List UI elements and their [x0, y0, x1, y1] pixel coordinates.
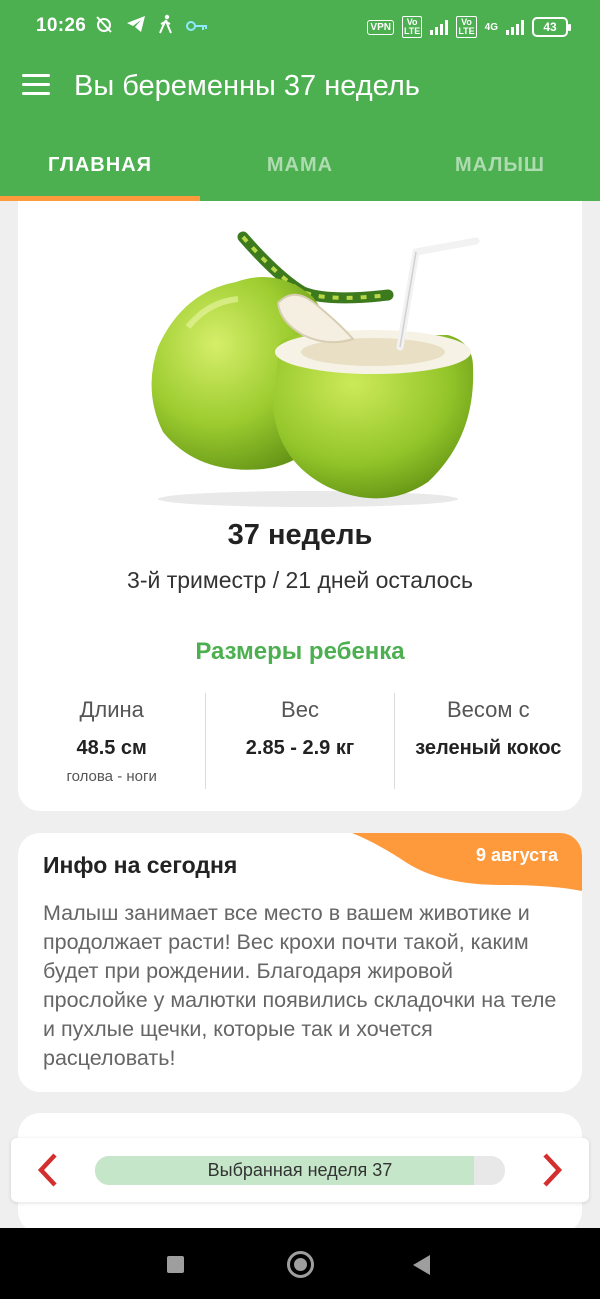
signal-icon-2	[506, 19, 524, 35]
vpn-badge: VPN	[367, 19, 394, 35]
stat-length-value: 48.5 см	[76, 737, 147, 759]
status-bar: 10:26 VPN Vo LTE Vo LTE 4G 43	[0, 0, 600, 56]
stat-weight-label: Вес	[281, 697, 319, 722]
tab-baby[interactable]: МАЛЫШ	[400, 120, 600, 201]
volte-badge-1: Vo LTE	[401, 16, 423, 38]
recent-apps-icon[interactable]	[167, 1256, 184, 1273]
coconut-image	[151, 231, 480, 507]
stat-weight: Вес 2.85 - 2.9 кг	[205, 693, 393, 789]
stat-length: Длина 48.5 см голова - ноги	[18, 693, 205, 789]
stat-length-label: Длина	[79, 697, 144, 722]
selected-week-label: Выбранная неделя 37	[207, 1160, 393, 1180]
key-icon	[186, 16, 208, 38]
status-left-icons	[94, 14, 208, 40]
daily-info-card: 9 августа Инфо на сегодня Малыш занимает…	[18, 833, 582, 1092]
trimester-info: 3-й триместр / 21 дней осталось	[127, 567, 473, 593]
info-title: Инфо на сегодня	[43, 852, 238, 878]
stat-comparison-label: Весом с	[447, 697, 530, 722]
tab-main[interactable]: ГЛАВНАЯ	[0, 120, 200, 201]
next-week-icon[interactable]	[537, 1152, 567, 1188]
battery-icon: 43	[532, 17, 571, 37]
info-body: Малыш занимает все место в вашем животик…	[43, 901, 557, 1070]
tab-bar: ГЛАВНАЯ МАМА МАЛЫШ	[0, 120, 600, 201]
home-icon[interactable]	[287, 1251, 314, 1278]
weeks-count: 37 недель	[227, 519, 373, 551]
app-title: Вы беременны 37 недель	[74, 70, 420, 102]
week-progress-bar[interactable]: Выбранная неделя 37	[95, 1156, 505, 1185]
stat-length-note: голова - ноги	[66, 768, 157, 785]
info-date: 9 августа	[476, 845, 558, 865]
stat-comparison-value: зеленый кокос	[415, 737, 562, 759]
system-nav-bar	[0, 1228, 600, 1299]
stat-comparison: Весом с зеленый кокос	[393, 693, 582, 789]
back-icon[interactable]	[413, 1255, 430, 1275]
week-selector: Выбранная неделя 37	[11, 1138, 589, 1202]
tab-mom[interactable]: МАМА	[200, 120, 400, 201]
app-bar: Вы беременны 37 недель	[0, 56, 600, 120]
muted-alarm-icon	[94, 14, 114, 40]
baby-sizes-title: Размеры ребенка	[195, 638, 405, 665]
baby-stats: Длина 48.5 см голова - ноги Вес 2.85 - 2…	[18, 693, 582, 789]
signal-icon-1	[430, 19, 449, 35]
walking-icon	[158, 14, 174, 40]
status-time: 10:26	[36, 15, 87, 36]
stat-weight-value: 2.85 - 2.9 кг	[245, 737, 355, 759]
hamburger-menu-icon[interactable]	[22, 74, 52, 98]
week-summary-card: 37 недель 3-й триместр / 21 дней осталос…	[18, 201, 582, 811]
status-right-icons: VPN Vo LTE Vo LTE 4G 43	[367, 16, 571, 38]
telegram-icon	[126, 15, 146, 39]
previous-week-icon[interactable]	[33, 1152, 63, 1188]
network-type: 4G	[484, 21, 498, 33]
volte-badge-2: Vo LTE	[456, 16, 477, 38]
